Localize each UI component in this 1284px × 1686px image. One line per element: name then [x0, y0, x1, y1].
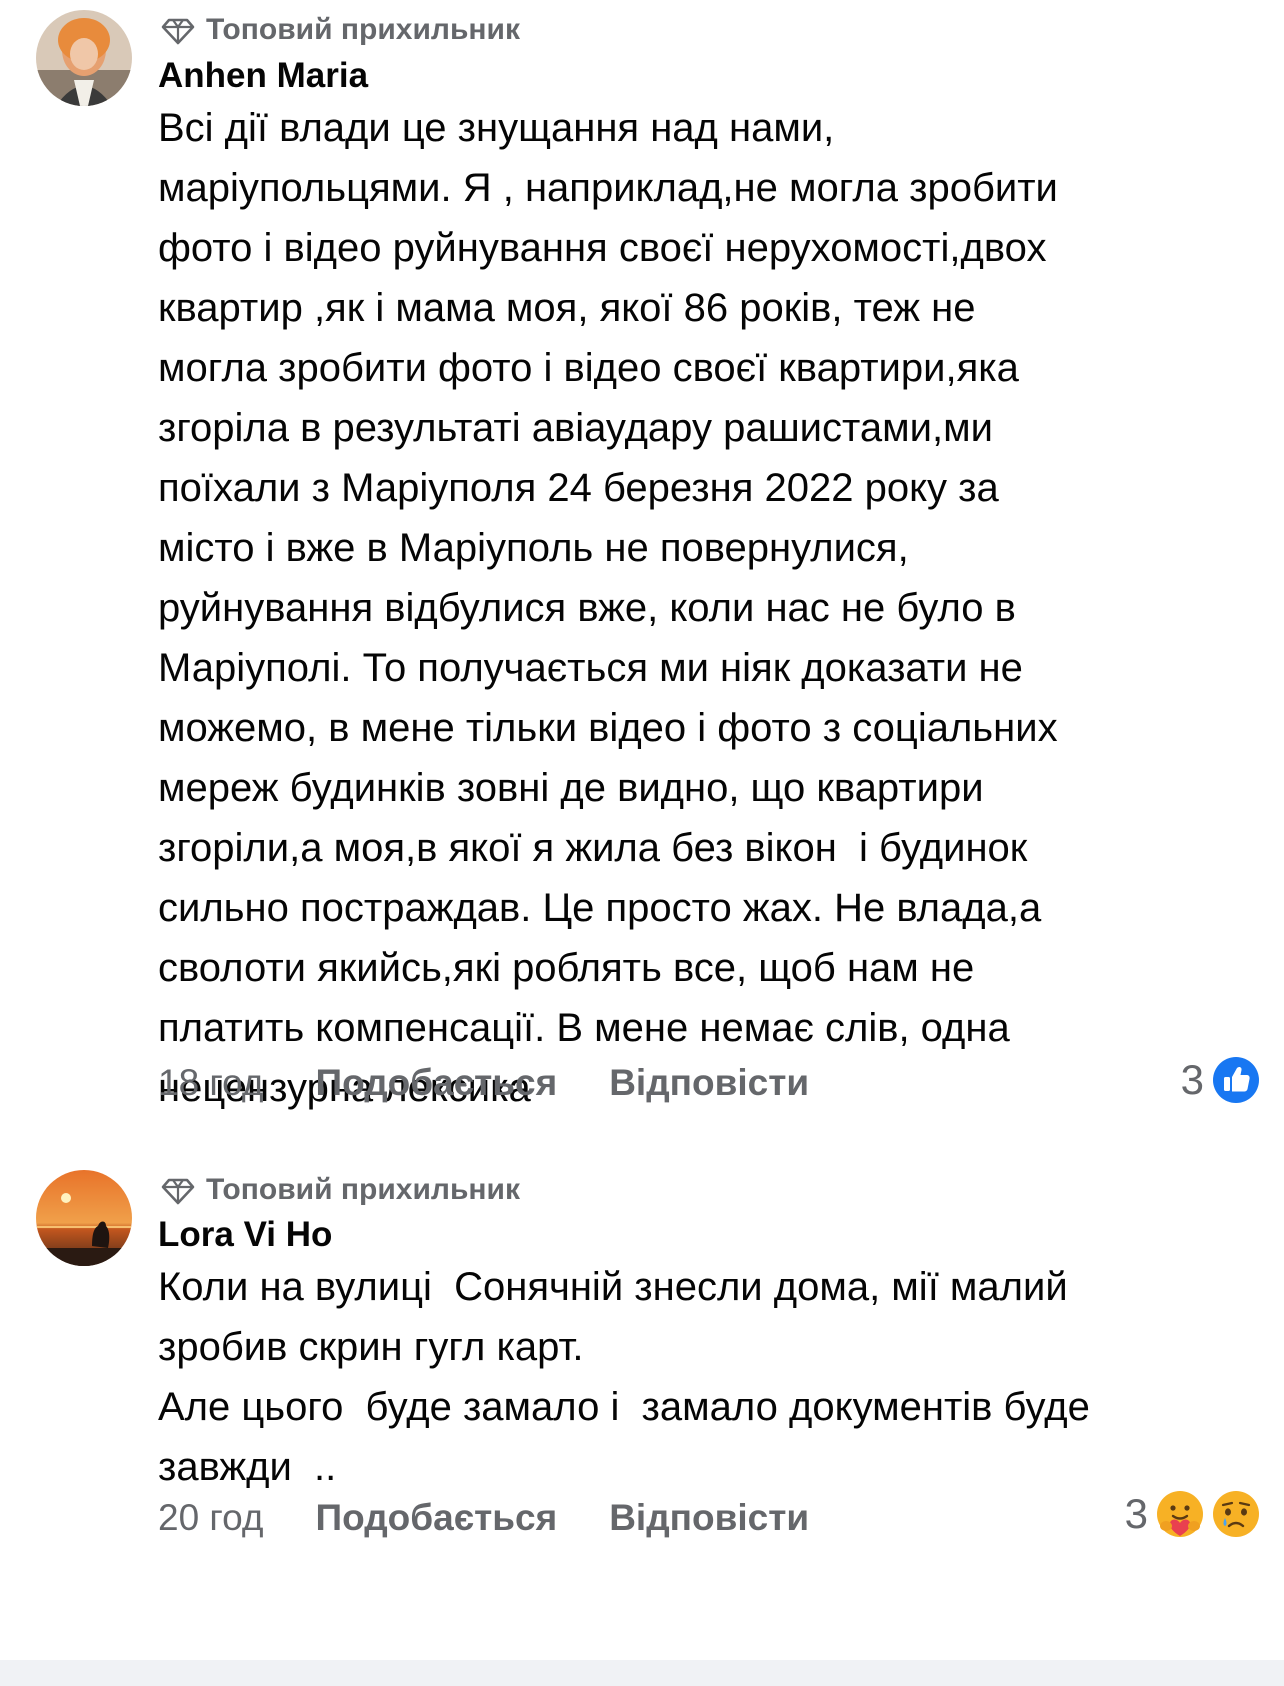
reactions-summary[interactable]: 3: [1125, 1490, 1260, 1538]
like-button[interactable]: Подобається: [315, 1062, 557, 1104]
comment-actions: 20 год Подобається Відповісти: [158, 1497, 861, 1539]
diamond-icon: [160, 12, 196, 48]
top-fan-badge: Топовий прихильник: [160, 1170, 520, 1210]
care-icon: [1156, 1490, 1204, 1538]
diamond-icon: [160, 1172, 196, 1208]
avatar[interactable]: [36, 1170, 132, 1266]
like-button[interactable]: Подобається: [315, 1497, 557, 1539]
sad-icon: [1212, 1490, 1260, 1538]
reaction-count: 3: [1180, 1056, 1204, 1103]
author-name[interactable]: Anhen Maria: [158, 56, 368, 96]
comment-timestamp[interactable]: 18 год: [158, 1062, 263, 1104]
top-fan-badge: Топовий прихильник: [160, 10, 520, 50]
comment-text: Коли на вулиці Сонячній знесли дома, мії…: [158, 1265, 1090, 1489]
comment-timestamp[interactable]: 20 год: [158, 1497, 263, 1539]
like-icon: [1212, 1056, 1260, 1104]
badge-label: Топовий прихильник: [206, 13, 520, 46]
comment-actions: 18 год Подобається Відповісти: [158, 1062, 861, 1104]
comment-text: Всі дії влади це знущання над нами, марі…: [158, 106, 1058, 1110]
avatar[interactable]: [36, 10, 132, 106]
reply-button[interactable]: Відповісти: [609, 1497, 809, 1539]
bottom-divider: [0, 1660, 1284, 1686]
reaction-count: 3: [1124, 1490, 1148, 1537]
author-name[interactable]: Lora Vi Ho: [158, 1215, 332, 1255]
reply-button[interactable]: Відповісти: [609, 1062, 809, 1104]
badge-label: Топовий прихильник: [206, 1173, 520, 1206]
reactions-summary[interactable]: 3: [1181, 1056, 1260, 1104]
